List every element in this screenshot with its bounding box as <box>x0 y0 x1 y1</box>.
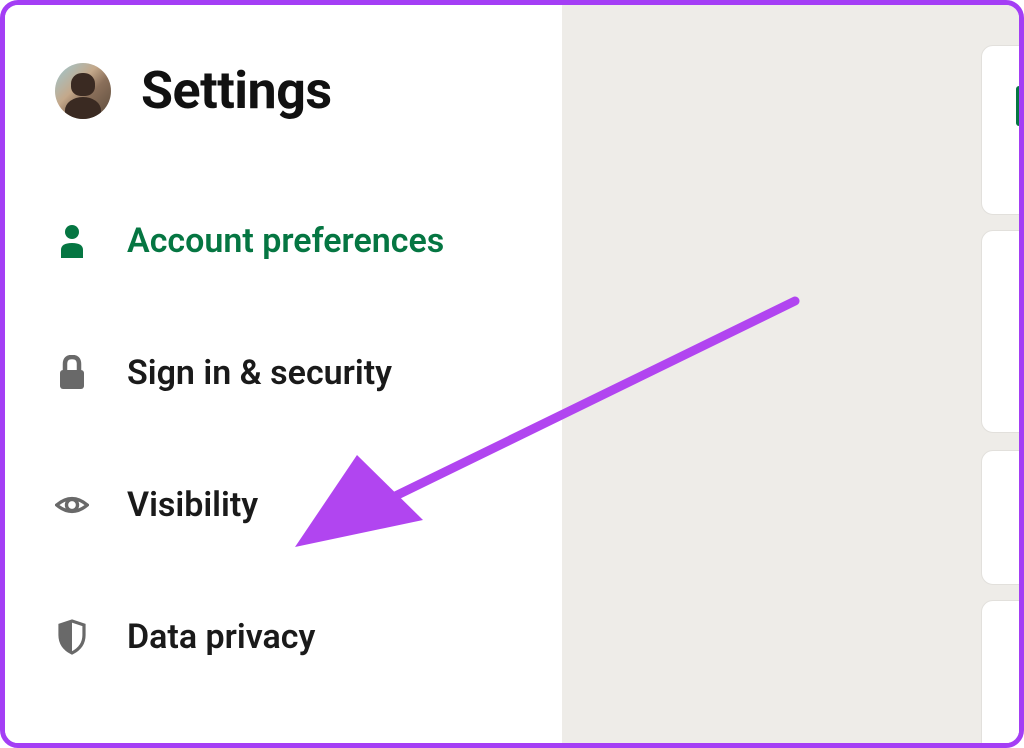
eye-icon <box>55 488 89 522</box>
content-card <box>981 600 1024 748</box>
content-area <box>562 5 1019 743</box>
app-frame: Settings Account preferences <box>0 0 1024 748</box>
settings-nav: Account preferences Sign in & security <box>55 221 522 657</box>
nav-label-signin: Sign in & security <box>127 353 392 393</box>
content-card <box>981 450 1024 585</box>
nav-item-signin-security[interactable]: Sign in & security <box>55 353 522 393</box>
nav-item-data-privacy[interactable]: Data privacy <box>55 617 522 657</box>
page-title: Settings <box>141 60 332 121</box>
content-card <box>981 45 1024 215</box>
nav-item-visibility[interactable]: Visibility <box>55 485 522 525</box>
settings-sidebar: Settings Account preferences <box>5 5 562 743</box>
user-icon <box>55 224 89 258</box>
nav-label-account: Account preferences <box>127 221 444 261</box>
settings-header: Settings <box>55 60 522 121</box>
avatar[interactable] <box>55 63 111 119</box>
content-card <box>981 230 1024 433</box>
nav-item-account-preferences[interactable]: Account preferences <box>55 221 522 261</box>
shield-icon <box>55 620 89 654</box>
lock-icon <box>55 356 89 390</box>
nav-label-visibility: Visibility <box>127 485 258 525</box>
nav-label-privacy: Data privacy <box>127 617 315 657</box>
